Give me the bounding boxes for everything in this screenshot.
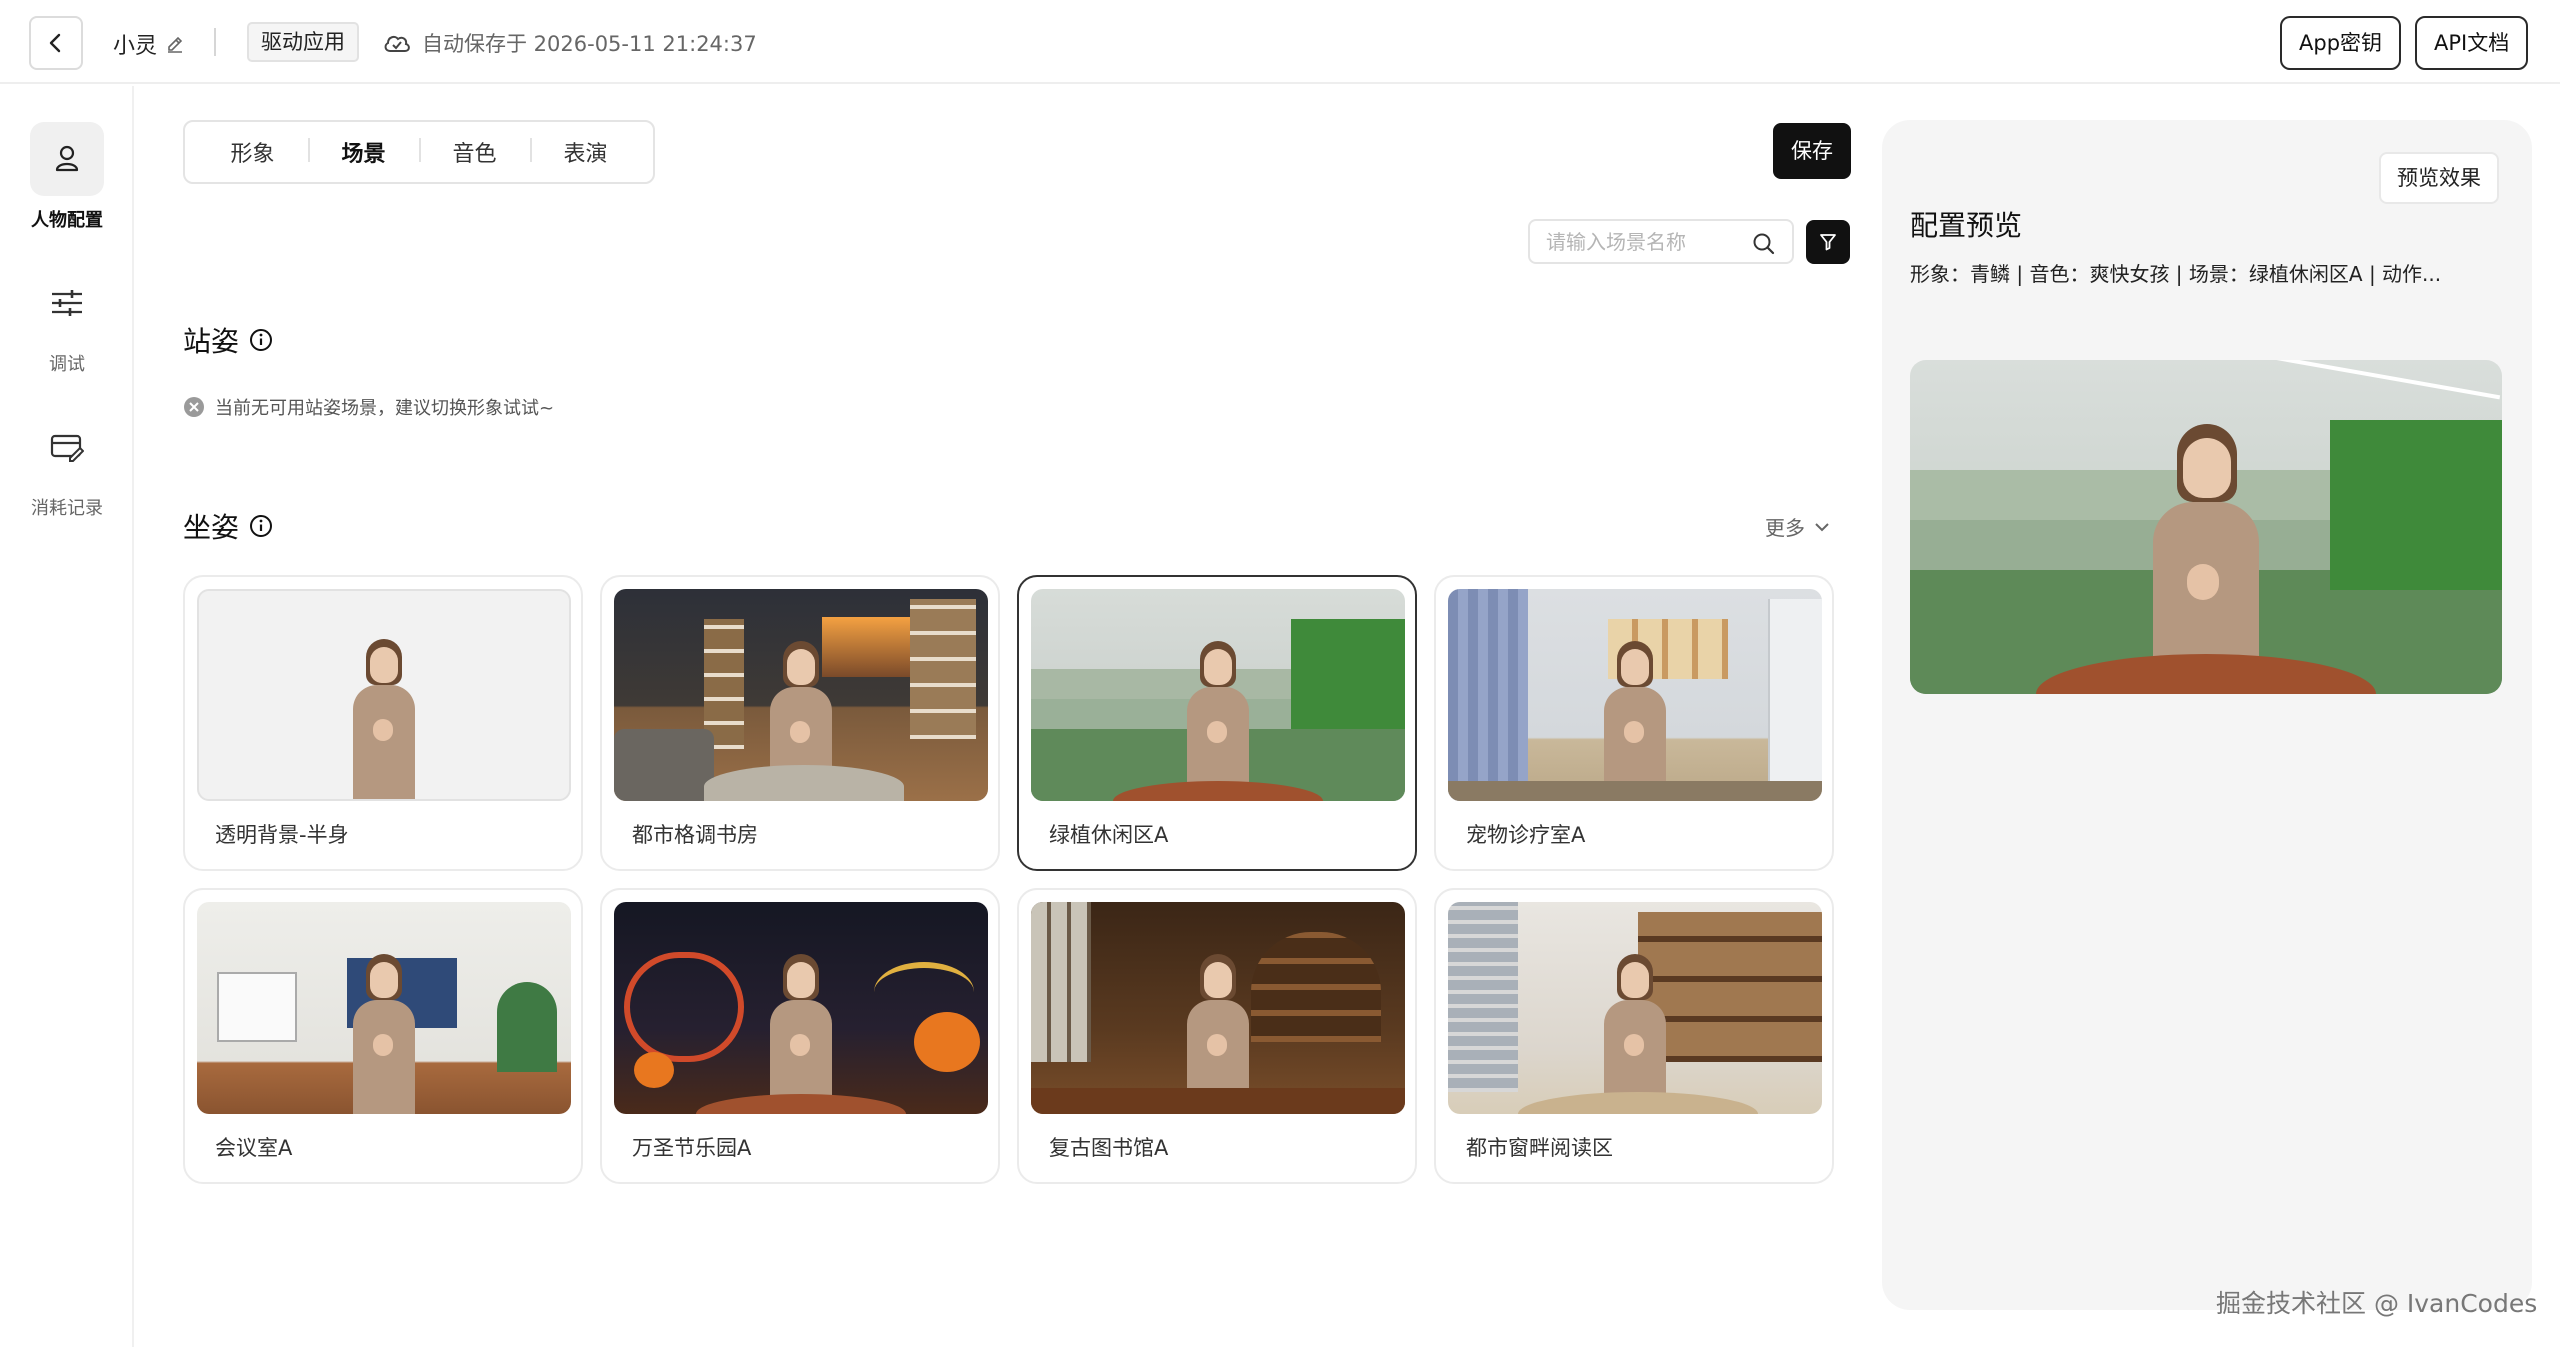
tab-scene[interactable]: 场景 [308, 136, 419, 168]
info-icon[interactable] [249, 514, 273, 538]
standing-title-text: 站姿 [183, 325, 240, 358]
avatar-figure [1590, 621, 1680, 801]
avatar-figure [339, 619, 429, 799]
error-circle-icon [184, 397, 204, 417]
chevron-left-icon [49, 33, 61, 53]
tab-appearance[interactable]: 形象 [197, 136, 308, 168]
scene-card[interactable]: 会议室A [183, 888, 583, 1184]
notice-text: 当前无可用站姿场景，建议切换形象试试~ [215, 398, 555, 419]
config-tabs: 形象 场景 音色 表演 [183, 120, 655, 184]
scene-card-label: 透明背景-半身 [215, 823, 349, 847]
card-edit-icon [50, 434, 84, 462]
autosave-status: 自动保存于 2026-05-11 21:24:37 [382, 28, 757, 58]
app-name-label: 小灵 [113, 34, 158, 59]
sliders-icon [52, 290, 82, 316]
search-icon[interactable] [1752, 232, 1776, 256]
scene-card-label: 会议室A [215, 1136, 293, 1160]
scene-card[interactable]: 复古图书馆A [1017, 888, 1417, 1184]
app-name[interactable]: 小灵 [113, 28, 185, 60]
avatar-figure [339, 934, 429, 1114]
avatar-figure [756, 934, 846, 1114]
avatar-figure [2131, 394, 2281, 694]
info-icon[interactable] [249, 328, 273, 352]
preview-image [1910, 360, 2502, 694]
person-icon [55, 145, 79, 172]
cloud-icon [384, 35, 410, 52]
sidebar-item-label: 调试 [49, 354, 85, 375]
sidebar-item-label: 消耗记录 [31, 498, 103, 519]
header-divider [214, 28, 216, 56]
scene-card[interactable]: 绿植休闲区A [1017, 575, 1417, 871]
sidebar-item-usage-records[interactable]: 消耗记录 [0, 410, 134, 520]
filter-button[interactable] [1806, 220, 1850, 264]
scene-card-label: 万圣节乐园A [632, 1136, 752, 1160]
avatar-figure [1590, 934, 1680, 1114]
scene-thumbnail [1031, 589, 1405, 801]
scene-card[interactable]: 宠物诊疗室A [1434, 575, 1834, 871]
preview-effect-button[interactable]: 预览效果 [2379, 152, 2499, 204]
app-type-tag: 驱动应用 [247, 22, 359, 62]
scene-search [1528, 219, 1794, 264]
scene-card-label: 宠物诊疗室A [1466, 823, 1586, 847]
scene-thumbnail [1448, 589, 1822, 801]
avatar-figure [1173, 621, 1263, 801]
top-bar: 小灵 驱动应用 自动保存于 2026-05-11 21:24:37 App密钥 … [0, 0, 2560, 84]
scene-thumbnail [197, 589, 571, 801]
scene-search-input[interactable] [1546, 228, 1746, 256]
scene-thumbnail [614, 589, 988, 801]
sidebar-icon-wrap [30, 410, 104, 484]
sidebar-icon-wrap [30, 266, 104, 340]
avatar-figure [1173, 934, 1263, 1114]
scene-card[interactable]: 都市格调书房 [600, 575, 1000, 871]
preview-title: 配置预览 [1910, 209, 2023, 242]
back-button[interactable] [29, 16, 83, 70]
more-scenes-link[interactable]: 更多 [1765, 512, 1831, 541]
preview-panel [1882, 120, 2532, 1310]
sidebar-item-debug[interactable]: 调试 [0, 266, 134, 376]
edit-pencil-icon[interactable] [165, 34, 185, 54]
api-doc-button[interactable]: API文档 [2415, 16, 2529, 70]
sitting-title-text: 坐姿 [183, 511, 240, 544]
sidebar-icon-wrap [30, 122, 104, 196]
scene-thumbnail [1448, 902, 1822, 1114]
save-button[interactable]: 保存 [1773, 123, 1851, 179]
scene-thumbnail [614, 902, 988, 1114]
scene-card[interactable]: 透明背景-半身 [183, 575, 583, 871]
scene-thumbnail [197, 902, 571, 1114]
scene-card-label: 绿植休闲区A [1049, 823, 1169, 847]
chevron-down-icon [1815, 522, 1829, 531]
left-sidebar: 人物配置 调试 消耗记录 [0, 86, 134, 1347]
scene-card-label: 都市窗畔阅读区 [1466, 1136, 1613, 1160]
sidebar-item-label: 人物配置 [31, 210, 103, 231]
scene-card[interactable]: 万圣节乐园A [600, 888, 1000, 1184]
scene-card[interactable]: 都市窗畔阅读区 [1434, 888, 1834, 1184]
standing-section-title: 站姿 [183, 320, 273, 360]
scene-card-label: 复古图书馆A [1049, 1136, 1169, 1160]
tab-performance[interactable]: 表演 [530, 136, 641, 168]
scene-thumbnail [1031, 902, 1405, 1114]
more-label: 更多 [1765, 516, 1805, 540]
filter-icon [1820, 234, 1836, 251]
standing-empty-notice: 当前无可用站姿场景，建议切换形象试试~ [183, 394, 554, 420]
sitting-section-title: 坐姿 [183, 506, 273, 546]
preview-config-summary: 形象：青鳞 | 音色：爽快女孩 | 场景：绿植休闲区A | 动作... [1910, 262, 2442, 286]
autosave-text: 自动保存于 2026-05-11 21:24:37 [422, 32, 757, 56]
app-key-button[interactable]: App密钥 [2280, 16, 2402, 70]
scene-card-label: 都市格调书房 [632, 823, 758, 847]
tab-voice[interactable]: 音色 [419, 136, 530, 168]
watermark-text: 掘金技术社区 @ IvanCodes [2216, 1289, 2538, 1318]
sidebar-item-character-config[interactable]: 人物配置 [0, 122, 134, 232]
